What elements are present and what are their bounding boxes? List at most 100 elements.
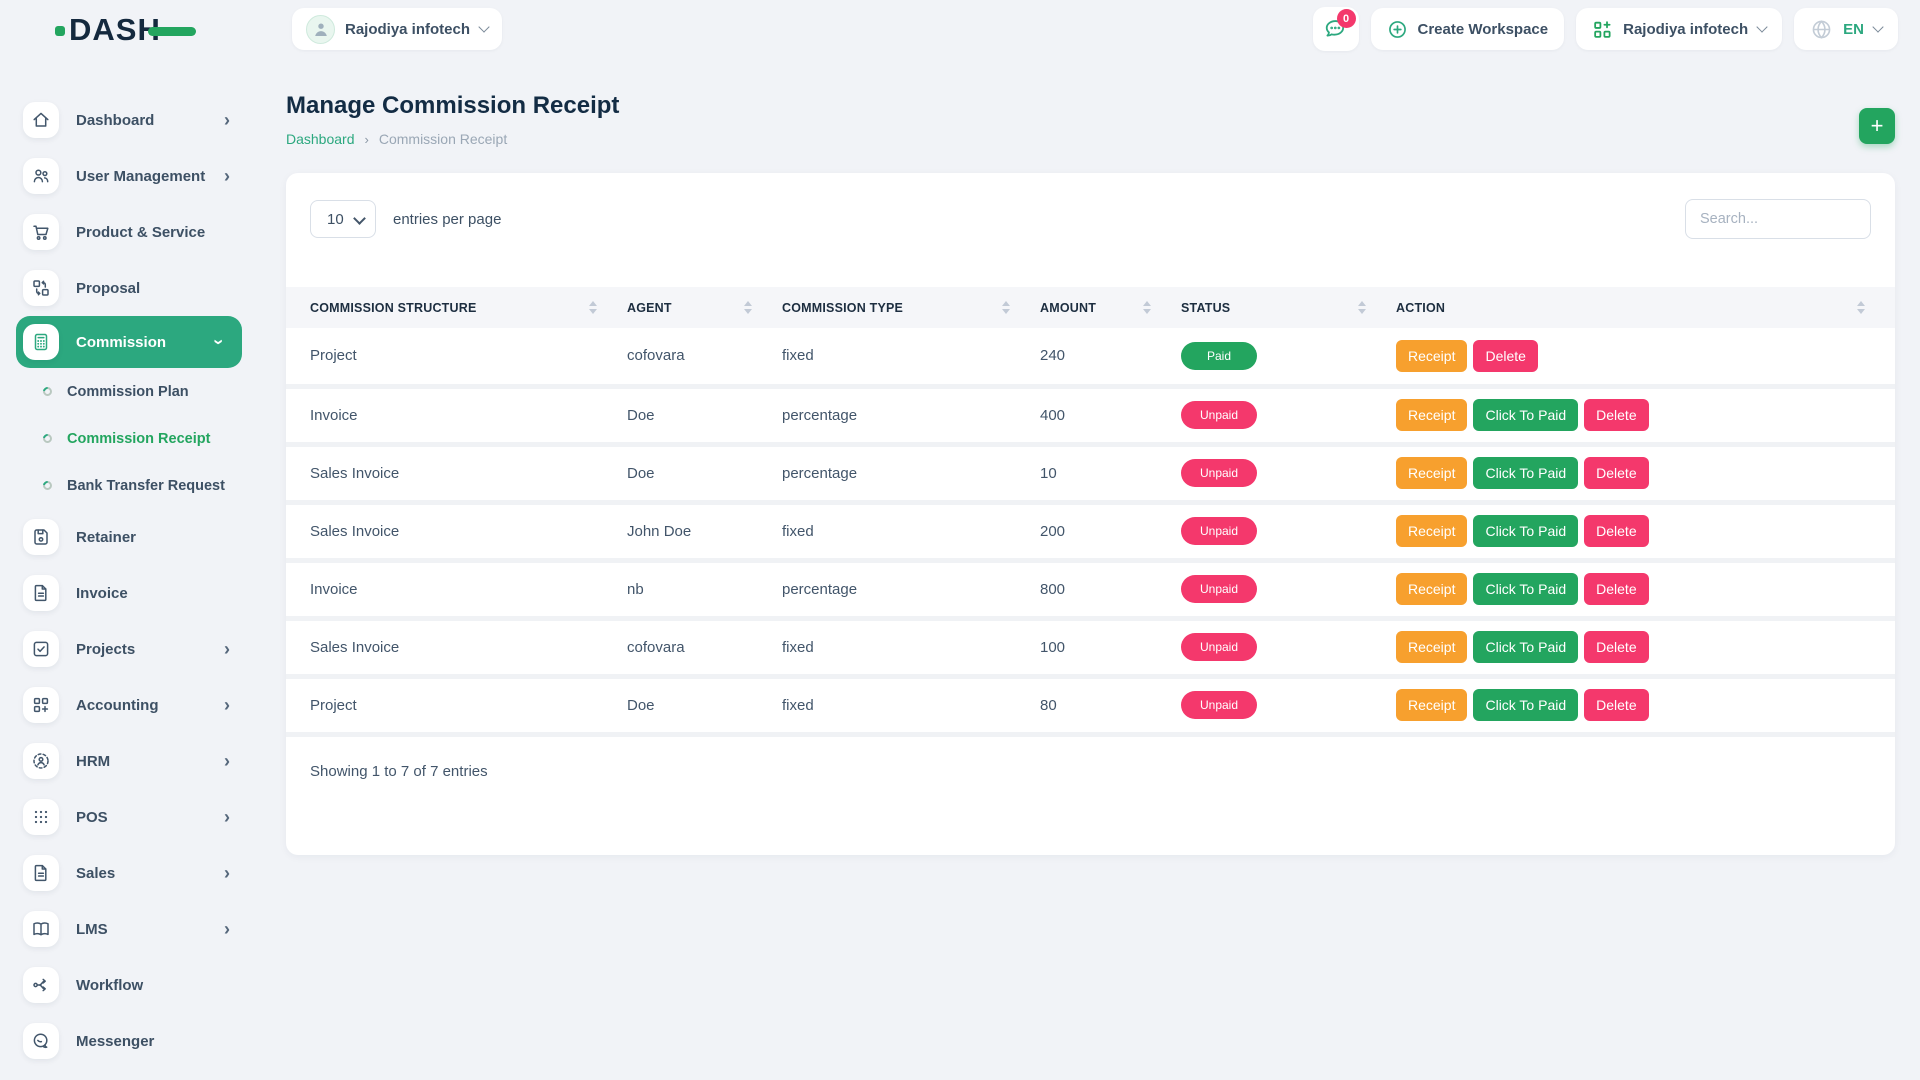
sidebar-item-lms[interactable]: LMS ›	[0, 901, 262, 957]
column-header-status[interactable]: STATUS	[1181, 287, 1396, 328]
chevron-right-icon: ›	[224, 920, 230, 938]
sidebar-item-projects[interactable]: Projects ›	[0, 621, 262, 677]
cell-amount: 80	[1040, 676, 1181, 734]
click-to-paid-button[interactable]: Click To Paid	[1473, 457, 1578, 489]
brand-name: DASH	[69, 14, 161, 45]
breadcrumb-link-dashboard[interactable]: Dashboard	[286, 131, 355, 147]
chat-button[interactable]: 0	[1313, 7, 1359, 51]
cell-amount: 240	[1040, 328, 1181, 386]
sidebar-item-accounting[interactable]: Accounting ›	[0, 677, 262, 733]
sidebar-subitem-commission-receipt[interactable]: Commission Receipt	[0, 415, 262, 462]
receipt-button[interactable]: Receipt	[1396, 515, 1467, 547]
cell-agent: Doe	[627, 386, 782, 444]
cell-agent: Doe	[627, 444, 782, 502]
sidebar-item-dashboard[interactable]: Dashboard ›	[0, 92, 262, 148]
sidebar-item-invoice[interactable]: Invoice	[0, 565, 262, 621]
branch-icon	[23, 967, 59, 1003]
status-badge: Unpaid	[1181, 575, 1257, 603]
bullet-icon	[41, 479, 54, 492]
user-menu[interactable]: Rajodiya infotech	[292, 8, 502, 50]
sidebar-item-retainer[interactable]: Retainer	[0, 509, 262, 565]
globe-icon	[1810, 18, 1833, 41]
delete-button[interactable]: Delete	[1584, 689, 1648, 721]
cell-amount: 200	[1040, 502, 1181, 560]
brand-logo[interactable]: DASH	[55, 14, 240, 45]
cell-commission-type: percentage	[782, 560, 1040, 618]
sidebar-subitem-bank-transfer-request[interactable]: Bank Transfer Request	[0, 462, 262, 509]
delete-button[interactable]: Delete	[1584, 457, 1648, 489]
cell-agent: John Doe	[627, 502, 782, 560]
save-icon	[23, 519, 59, 555]
receipt-button[interactable]: Receipt	[1396, 457, 1467, 489]
cell-amount: 100	[1040, 618, 1181, 676]
sidebar: Dashboard › User Management › Product & …	[0, 58, 262, 1069]
plus-circle-icon	[1387, 19, 1408, 40]
click-to-paid-button[interactable]: Click To Paid	[1473, 399, 1578, 431]
status-badge: Paid	[1181, 342, 1257, 370]
click-to-paid-button[interactable]: Click To Paid	[1473, 631, 1578, 663]
logo-dot-icon	[55, 26, 65, 36]
chevron-right-icon: ›	[224, 864, 230, 882]
delete-button[interactable]: Delete	[1473, 340, 1537, 372]
sort-icon	[1002, 301, 1010, 314]
table-body: Projectcofovarafixed240PaidReceiptDelete…	[286, 328, 1895, 734]
bullet-icon	[41, 432, 54, 445]
cell-commission-type: fixed	[782, 676, 1040, 734]
chevron-right-icon: ›	[224, 696, 230, 714]
sidebar-item-commission[interactable]: Commission ›	[16, 316, 242, 368]
column-header-amount[interactable]: AMOUNT	[1040, 287, 1181, 328]
cell-commission-type: fixed	[782, 618, 1040, 676]
column-header-commission-structure[interactable]: COMMISSION STRUCTURE	[286, 287, 627, 328]
column-header-action[interactable]: ACTION	[1396, 287, 1895, 328]
topbar: DASH Rajodiya infotech 0	[0, 0, 1920, 58]
chevron-right-icon: ›	[224, 167, 230, 185]
status-badge: Unpaid	[1181, 459, 1257, 487]
table-controls: 10 entries per page	[286, 173, 1895, 239]
sidebar-item-messenger[interactable]: Messenger	[0, 1013, 262, 1069]
delete-button[interactable]: Delete	[1584, 399, 1648, 431]
sort-icon	[589, 301, 597, 314]
file-text-icon	[23, 575, 59, 611]
sidebar-item-sales[interactable]: Sales ›	[0, 845, 262, 901]
receipt-button[interactable]: Receipt	[1396, 631, 1467, 663]
cell-commission-structure: Sales Invoice	[286, 618, 627, 676]
click-to-paid-button[interactable]: Click To Paid	[1473, 515, 1578, 547]
cell-actions: ReceiptClick To PaidDelete	[1396, 386, 1895, 444]
sidebar-item-product-service[interactable]: Product & Service	[0, 204, 262, 260]
cell-actions: ReceiptDelete	[1396, 328, 1895, 386]
receipt-button[interactable]: Receipt	[1396, 399, 1467, 431]
receipt-button[interactable]: Receipt	[1396, 689, 1467, 721]
language-menu[interactable]: EN	[1794, 8, 1898, 50]
create-workspace-button[interactable]: Create Workspace	[1371, 8, 1565, 50]
receipt-button[interactable]: Receipt	[1396, 340, 1467, 372]
workspace-menu[interactable]: Rajodiya infotech	[1576, 8, 1782, 50]
sidebar-item-workflow[interactable]: Workflow	[0, 957, 262, 1013]
entries-select[interactable]: 10	[311, 201, 375, 237]
delete-button[interactable]: Delete	[1584, 631, 1648, 663]
sidebar-item-proposal[interactable]: Proposal	[0, 260, 262, 316]
workspace-grid-icon	[1592, 19, 1613, 40]
column-header-agent[interactable]: AGENT	[627, 287, 782, 328]
delete-button[interactable]: Delete	[1584, 573, 1648, 605]
table-row: Sales InvoiceDoepercentage10UnpaidReceip…	[286, 444, 1895, 502]
add-commission-receipt-button[interactable]: +	[1859, 108, 1895, 144]
sidebar-item-hrm[interactable]: HRM ›	[0, 733, 262, 789]
column-header-commission-type[interactable]: COMMISSION TYPE	[782, 287, 1040, 328]
status-badge: Unpaid	[1181, 517, 1257, 545]
click-to-paid-button[interactable]: Click To Paid	[1473, 573, 1578, 605]
search-input[interactable]	[1685, 199, 1871, 239]
chevron-right-icon: ›	[224, 808, 230, 826]
delete-button[interactable]: Delete	[1584, 515, 1648, 547]
cell-commission-type: percentage	[782, 386, 1040, 444]
chevron-right-icon: ›	[224, 640, 230, 658]
cell-amount: 10	[1040, 444, 1181, 502]
cell-status: Unpaid	[1181, 618, 1396, 676]
status-badge: Unpaid	[1181, 633, 1257, 661]
sidebar-item-pos[interactable]: POS ›	[0, 789, 262, 845]
cell-commission-type: fixed	[782, 502, 1040, 560]
receipt-button[interactable]: Receipt	[1396, 573, 1467, 605]
breadcrumb: Dashboard › Commission Receipt	[286, 131, 619, 147]
sidebar-subitem-commission-plan[interactable]: Commission Plan	[0, 368, 262, 415]
click-to-paid-button[interactable]: Click To Paid	[1473, 689, 1578, 721]
sidebar-item-user-management[interactable]: User Management ›	[0, 148, 262, 204]
